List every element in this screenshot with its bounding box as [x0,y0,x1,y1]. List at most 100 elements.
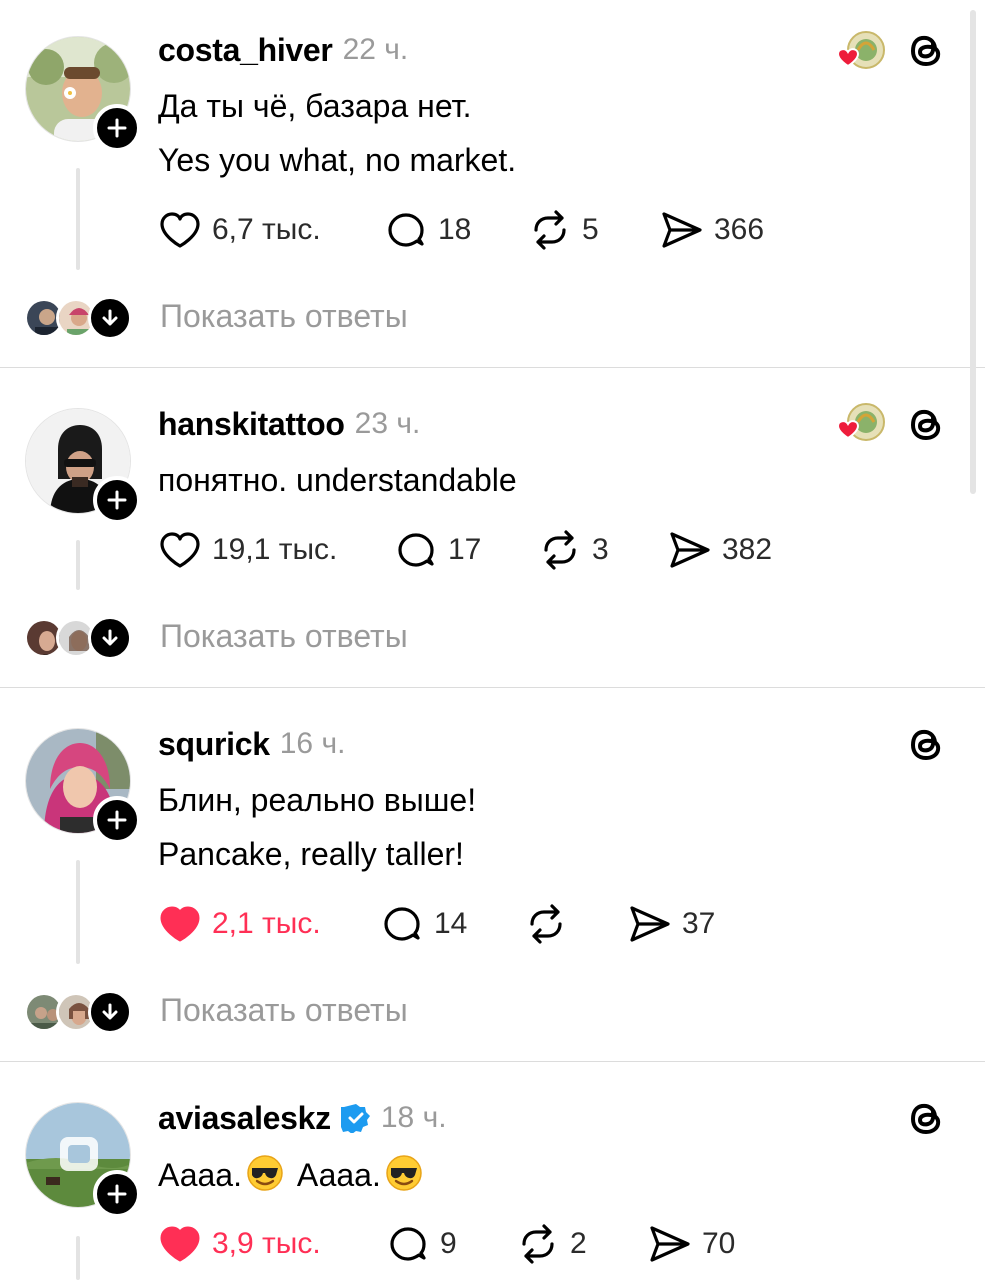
threads-logo-icon[interactable] [904,722,948,766]
post-header: aviasaleskz 18 ч. [158,1096,447,1140]
comment-icon [388,213,424,247]
heart-filled-icon [160,906,200,942]
post-text-line: Да ты чё, базара нет. [158,88,472,124]
share-count: 382 [722,533,773,566]
share-count: 70 [702,1227,736,1260]
comment-count: 14 [434,907,468,940]
comment-count: 9 [440,1227,457,1260]
heart-icon [160,532,200,568]
repost-count: 5 [582,213,599,246]
show-replies-row[interactable]: Показать ответы [24,296,624,340]
username[interactable]: hanskitattoo [158,406,345,443]
like-button[interactable]: 6,7 тыс. [158,208,321,252]
post-time: 16 ч. [279,727,346,760]
like-button[interactable]: 19,1 тыс. [158,528,337,572]
scrollbar[interactable] [970,10,976,494]
heart-icon [160,212,200,248]
like-count: 3,9 тыс. [212,1227,321,1260]
threads-logo-icon[interactable] [904,402,948,446]
comment-button[interactable]: 18 [384,208,471,252]
comment-count: 17 [448,533,482,566]
post-text-line: Pancake, really taller! [158,836,464,872]
thread-line [76,168,80,270]
show-replies-row[interactable]: Показать ответы [24,990,624,1034]
username[interactable]: squrick [158,726,270,763]
post-text-line: Yes you what, no market. [158,142,517,178]
repost-icon [534,210,566,250]
repost-count: 2 [570,1227,587,1260]
like-count: 19,1 тыс. [212,533,338,566]
like-count: 2,1 тыс. [212,907,321,940]
show-replies-link[interactable]: Показать ответы [160,992,408,1029]
post-header: costa_hiver 22 ч. [158,28,408,72]
avatar-wrap [25,728,141,844]
share-count: 37 [682,907,716,940]
comment-icon [390,1227,426,1261]
follow-button[interactable] [93,104,141,152]
show-replies-link[interactable]: Показать ответы [160,298,408,335]
post-text-line: Аааа. Аааа. [158,1154,427,1201]
post-text-part: Аааа. [158,1157,242,1193]
comment-icon [384,907,420,941]
username[interactable]: aviasaleskz [158,1100,331,1137]
thread-line [76,540,80,590]
follow-button[interactable] [93,796,141,844]
post-text-line: Блин, реально выше! [158,782,477,818]
thread-line [76,1236,80,1280]
avatar-wrap [25,36,141,152]
divider [0,687,985,688]
send-icon [650,1226,690,1262]
show-replies-link[interactable]: Показать ответы [160,618,408,655]
follow-button[interactable] [93,1170,141,1218]
divider [0,1061,985,1062]
share-button[interactable]: 70 [648,1222,735,1266]
share-button[interactable]: 37 [628,902,715,946]
post-time: 22 ч. [342,33,409,66]
like-button[interactable]: 2,1 тыс. [158,902,321,946]
post-text-line: понятно. understandable [158,462,517,498]
repost-count: 3 [592,533,609,566]
avatar-wrap [25,1102,141,1218]
comment-button[interactable]: 14 [380,902,467,946]
show-replies-row[interactable]: Показать ответы [24,616,624,660]
thread-line [76,860,80,964]
avatar-wrap [25,408,141,524]
repost-button[interactable]: 2 [516,1222,587,1266]
send-icon [630,906,670,942]
like-count: 6,7 тыс. [212,213,321,246]
share-count: 366 [714,213,765,246]
repost-button[interactable] [524,902,568,946]
send-icon [670,532,710,568]
reaction-badge [826,400,888,448]
sunglasses-emoji-icon [246,1154,284,1201]
verified-badge-icon [340,1103,371,1133]
comment-button[interactable]: 17 [394,528,481,572]
threads-logo-icon[interactable] [904,1096,948,1140]
post-text-part: Аааа. [296,1157,381,1193]
post-time: 23 ч. [354,407,421,440]
send-icon [662,212,702,248]
expand-replies-icon[interactable] [88,296,132,340]
share-button[interactable]: 382 [668,528,772,572]
expand-replies-icon[interactable] [88,990,132,1034]
repost-button[interactable]: 5 [528,208,599,252]
expand-replies-icon[interactable] [88,616,132,660]
share-button[interactable]: 366 [660,208,764,252]
threads-logo-icon[interactable] [904,28,948,72]
repost-icon [530,904,562,944]
like-button[interactable]: 3,9 тыс. [158,1222,321,1266]
heart-filled-icon [160,1226,200,1262]
sunglasses-emoji-icon [385,1154,423,1201]
post-time: 18 ч. [380,1101,447,1134]
repost-button[interactable]: 3 [538,528,609,572]
post-header: squrick 16 ч. [158,722,345,766]
reaction-badge [826,28,888,76]
divider [0,367,985,368]
username[interactable]: costa_hiver [158,32,333,69]
comment-button[interactable]: 9 [386,1222,457,1266]
post-header: hanskitattoo 23 ч. [158,402,420,446]
follow-button[interactable] [93,476,141,524]
comment-count: 18 [438,213,472,246]
repost-icon [544,530,576,570]
comment-icon [398,533,434,567]
